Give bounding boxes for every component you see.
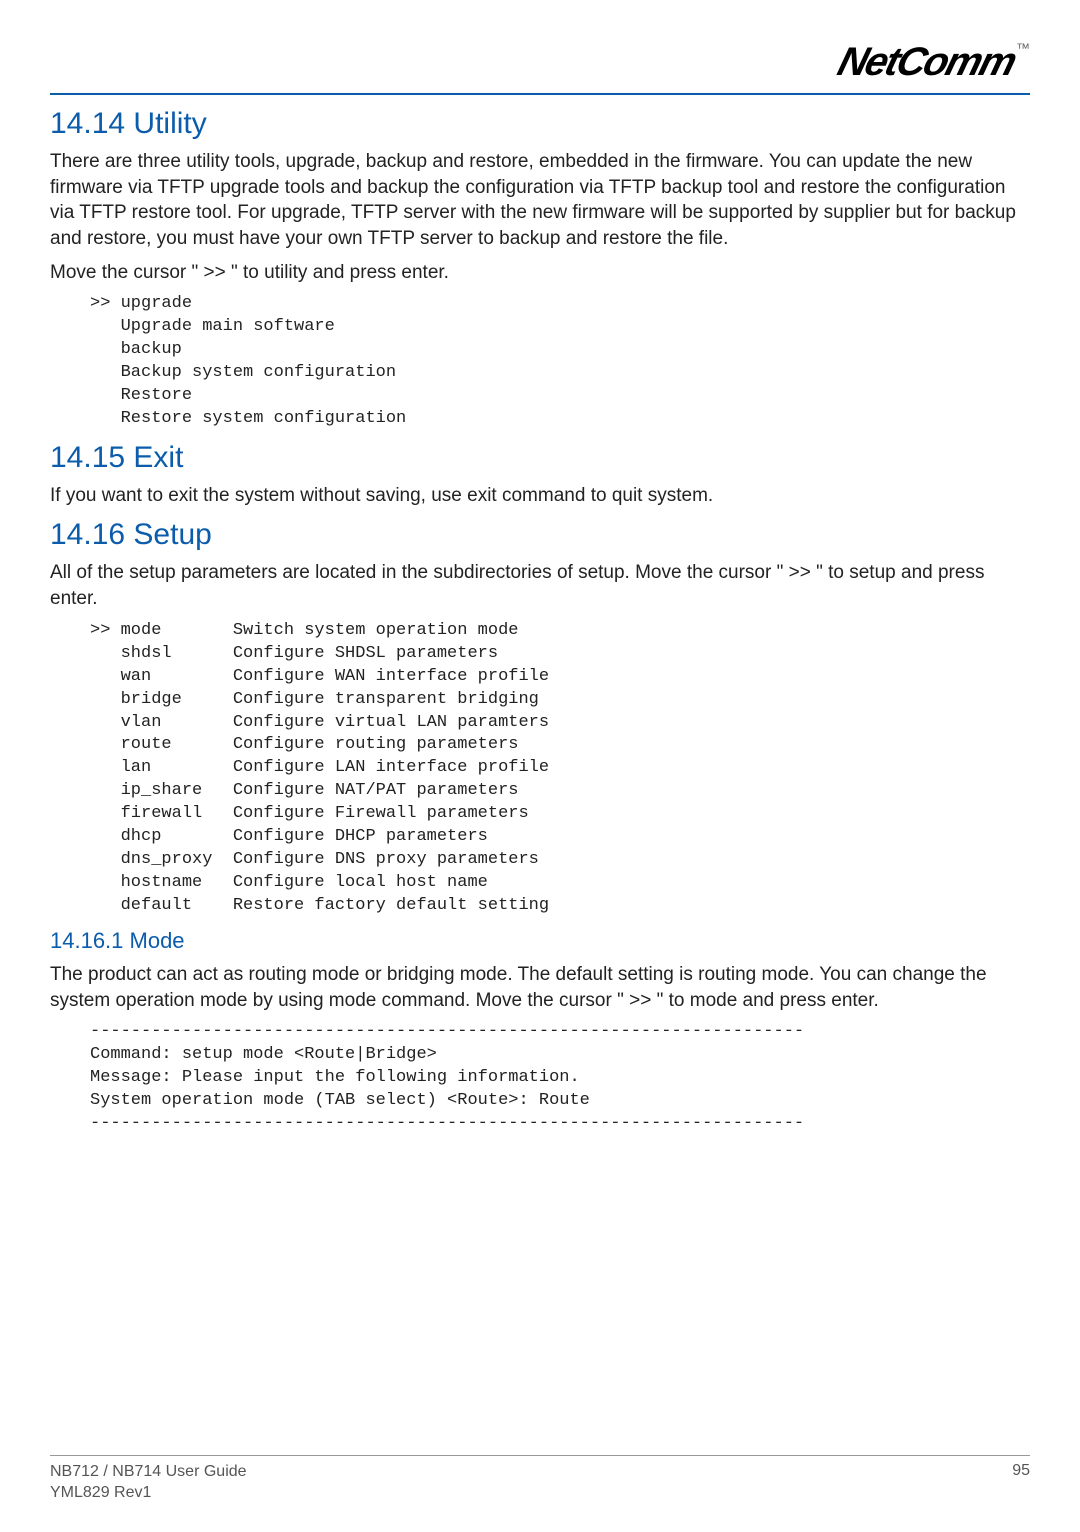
footer-doc-title: NB712 / NB714 User Guide xyxy=(50,1462,247,1483)
header-logo-row: NetComm™ xyxy=(50,40,1030,85)
footer-revision: YML829 Rev1 xyxy=(50,1483,247,1504)
utility-code-block: >> upgrade Upgrade main software backup … xyxy=(90,293,1030,431)
page-footer: NB712 / NB714 User Guide YML829 Rev1 95 xyxy=(50,1455,1030,1504)
section-utility-heading: 14.14 Utility xyxy=(50,107,1030,141)
subsection-mode-heading: 14.16.1 Mode xyxy=(50,928,1030,954)
brand-logo: NetComm xyxy=(833,40,1020,85)
footer-left: NB712 / NB714 User Guide YML829 Rev1 xyxy=(50,1462,247,1504)
utility-paragraph-1: There are three utility tools, upgrade, … xyxy=(50,149,1030,252)
section-setup-heading: 14.16 Setup xyxy=(50,518,1030,552)
footer-page-number: 95 xyxy=(1012,1462,1030,1504)
exit-paragraph-1: If you want to exit the system without s… xyxy=(50,483,1030,509)
mode-paragraph-1: The product can act as routing mode or b… xyxy=(50,962,1030,1013)
setup-code-block: >> mode Switch system operation mode shd… xyxy=(90,620,1030,918)
utility-paragraph-2: Move the cursor " >> " to utility and pr… xyxy=(50,260,1030,286)
setup-paragraph-1: All of the setup parameters are located … xyxy=(50,560,1030,611)
mode-code-block: ----------------------------------------… xyxy=(90,1021,1030,1136)
header-rule xyxy=(50,93,1030,95)
section-exit-heading: 14.15 Exit xyxy=(50,441,1030,475)
